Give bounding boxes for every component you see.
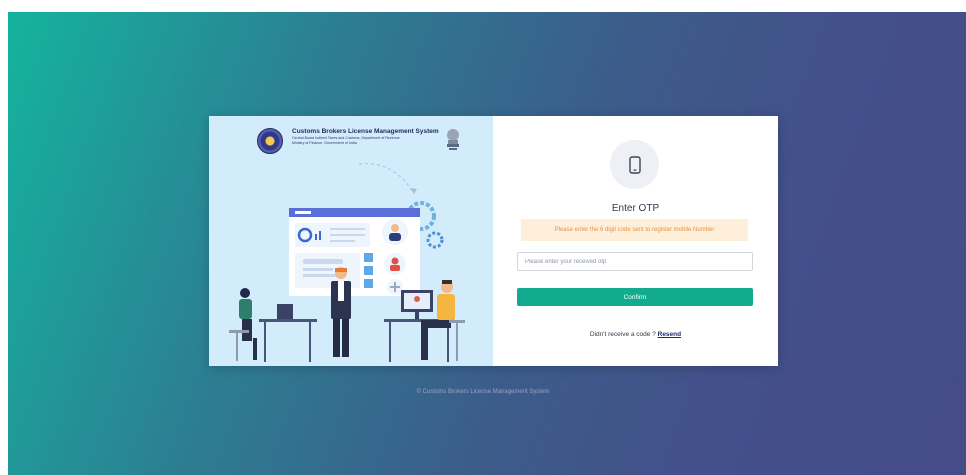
resend-prompt: Didn't receive a code ? — [589, 331, 658, 338]
brand-subtitle-line-2: Ministry of Finance, Government of India — [292, 141, 357, 145]
brand-header: Customs Brokers License Management Syste… — [257, 128, 460, 154]
footer-copyright: © Customs Brokers License Management Sys… — [416, 389, 550, 395]
resend-link[interactable]: Resend — [658, 331, 681, 338]
otp-alert-message: Please enter the 6 digit code sent to re… — [521, 219, 748, 241]
brand-title: Customs Brokers License Management Syste… — [292, 128, 439, 135]
otp-heading: Enter OTP — [611, 203, 660, 214]
otp-input[interactable] — [517, 252, 753, 271]
login-card: Customs Brokers License Management Syste… — [209, 116, 778, 366]
mobile-phone-icon — [628, 155, 641, 174]
national-emblem-icon — [447, 129, 459, 150]
confirm-button[interactable]: Confirm — [517, 288, 753, 306]
resend-row: Didn't receive a code ? Resend — [493, 331, 778, 338]
otp-panel: Enter OTP Please enter the 6 digit code … — [493, 116, 778, 366]
illustration-panel: Customs Brokers License Management Syste… — [209, 116, 493, 366]
cbic-emblem-icon — [257, 128, 283, 154]
phone-icon-circle — [610, 140, 659, 189]
